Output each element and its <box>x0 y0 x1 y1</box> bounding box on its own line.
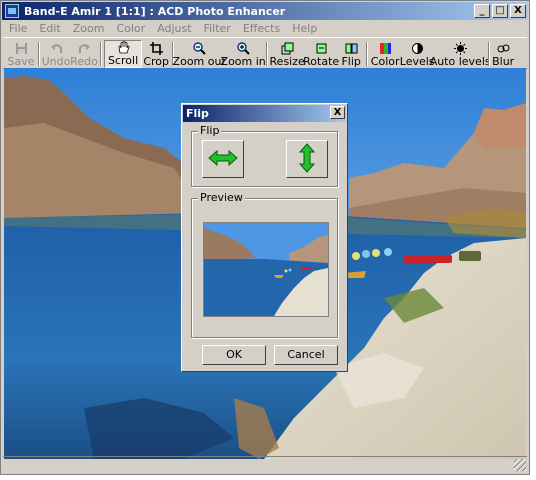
title-bar[interactable]: Band-E Amir 1 [1:1] : ACD Photo Enhancer… <box>2 2 528 20</box>
menu-effects[interactable]: Effects <box>237 22 286 35</box>
resize-grip[interactable] <box>514 459 526 471</box>
maximize-button[interactable]: □ <box>492 4 508 18</box>
crop-button[interactable]: Crop <box>142 40 170 68</box>
redo-button[interactable]: Redo <box>70 40 98 68</box>
preview-group-label: Preview <box>198 191 245 204</box>
app-icon[interactable] <box>5 4 19 18</box>
preview-image <box>203 222 329 317</box>
flip-dialog: Flip X Flip Preview OK Cancel <box>181 103 348 372</box>
toolbar-separator <box>100 42 102 66</box>
hand-icon <box>116 41 130 54</box>
zoom-in-button[interactable]: Zoom in <box>221 40 266 68</box>
menu-zoom[interactable]: Zoom <box>67 22 111 35</box>
blur-icon <box>496 42 510 55</box>
preview-photo <box>204 223 328 316</box>
save-icon <box>14 42 28 55</box>
scroll-button[interactable]: Scroll <box>104 40 143 68</box>
menu-file[interactable]: File <box>3 22 33 35</box>
horizontal-flip-arrow-icon <box>208 149 238 169</box>
auto-levels-icon <box>453 42 467 55</box>
close-button[interactable]: X <box>510 4 526 18</box>
zoom-out-icon <box>192 42 206 55</box>
zoom-out-button[interactable]: Zoom out <box>173 40 226 68</box>
undo-icon <box>49 42 63 55</box>
save-button[interactable]: Save <box>6 40 36 68</box>
flip-icon <box>344 42 358 55</box>
minimize-button[interactable]: _ <box>474 4 490 18</box>
flip-button[interactable]: Flip <box>338 40 364 68</box>
flip-horizontal-button[interactable] <box>202 140 244 178</box>
toolbar-separator <box>266 42 269 66</box>
status-bar <box>3 456 527 472</box>
resize-button[interactable]: Resize <box>270 40 305 68</box>
dialog-close-button[interactable]: X <box>330 106 345 119</box>
flip-vertical-button[interactable] <box>286 140 328 178</box>
menu-edit[interactable]: Edit <box>33 22 66 35</box>
color-icon <box>378 42 392 55</box>
flip-group-label: Flip <box>198 124 222 137</box>
resize-icon <box>280 42 294 55</box>
levels-icon <box>410 42 424 55</box>
auto-levels-button[interactable]: Auto levels <box>430 40 491 68</box>
rotate-button[interactable]: Rotate <box>303 40 339 68</box>
color-button[interactable]: Color <box>370 40 400 68</box>
dialog-title[interactable]: Flip <box>183 105 346 122</box>
crop-icon <box>149 42 163 55</box>
menu-color[interactable]: Color <box>110 22 151 35</box>
rotate-icon <box>314 42 328 55</box>
window-title: Band-E Amir 1 [1:1] : ACD Photo Enhancer <box>24 4 286 18</box>
toolbar-separator <box>38 42 40 66</box>
toolbar-separator <box>488 42 491 66</box>
vertical-flip-arrow-icon <box>298 142 316 176</box>
toolbar: Save Undo Redo Scroll Crop Zoom out Zoom… <box>3 37 527 69</box>
menu-bar: File Edit Zoom Color Adjust Filter Effec… <box>3 20 323 37</box>
redo-icon <box>77 42 91 55</box>
ok-button[interactable]: OK <box>202 345 266 365</box>
menu-help[interactable]: Help <box>286 22 323 35</box>
zoom-in-icon <box>236 42 250 55</box>
menu-filter[interactable]: Filter <box>198 22 237 35</box>
blur-button[interactable]: Blur <box>492 40 514 68</box>
cancel-button[interactable]: Cancel <box>274 345 338 365</box>
undo-button[interactable]: Undo <box>42 40 70 68</box>
toolbar-separator <box>366 42 369 66</box>
menu-adjust[interactable]: Adjust <box>151 22 197 35</box>
